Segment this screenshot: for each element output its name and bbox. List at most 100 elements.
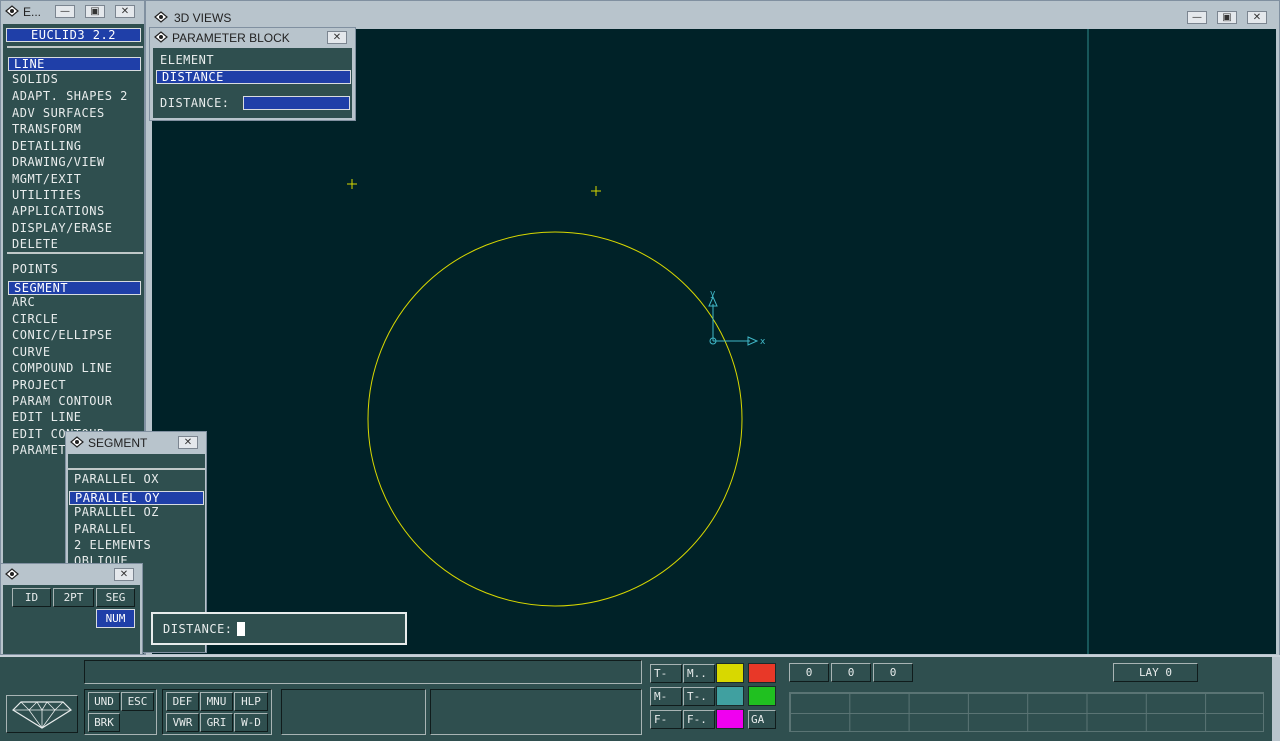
- message-box-right: [430, 689, 642, 735]
- submenu-item-edit-line[interactable]: EDIT LINE: [12, 410, 82, 426]
- close-button[interactable]: ✕: [1247, 11, 1267, 24]
- close-button[interactable]: ✕: [178, 436, 198, 449]
- text-type-button[interactable]: T-.: [683, 687, 715, 706]
- menu-item-transform[interactable]: TRANSFORM: [12, 122, 82, 138]
- window-display-button[interactable]: W-D: [234, 713, 268, 732]
- menu-item-utilities[interactable]: UTILITIES: [12, 188, 82, 204]
- segment-item-parallel-oz[interactable]: PARALLEL OZ: [74, 505, 159, 521]
- maximize-button[interactable]: ▣: [85, 5, 105, 18]
- counter-3: 0: [873, 663, 913, 682]
- segment-window-titlebar[interactable]: SEGMENT ✕: [66, 432, 206, 454]
- segment-item-2-elements[interactable]: 2 ELEMENTS: [74, 538, 151, 554]
- app-icon: [5, 568, 19, 580]
- views-window-title: 3D VIEWS: [174, 11, 232, 25]
- menu-separator: [7, 252, 143, 254]
- point-marker: [347, 179, 357, 189]
- logo-box: [6, 695, 78, 733]
- font-style-button[interactable]: F-: [650, 710, 682, 729]
- submenu-item-segment[interactable]: SEGMENT: [8, 281, 141, 295]
- app-icon: [154, 31, 168, 43]
- seg-button[interactable]: SEG: [96, 588, 135, 607]
- segment-item-parallel-ox[interactable]: PARALLEL OX: [74, 472, 159, 488]
- color-swatch-teal[interactable]: [716, 686, 744, 706]
- parameter-block-panel: ELEMENT DISTANCE DISTANCE:: [153, 48, 352, 118]
- message-box-left: [281, 689, 426, 735]
- menu-item-delete[interactable]: DELETE: [12, 237, 58, 253]
- parameter-block-title: PARAMETER BLOCK: [172, 31, 290, 45]
- menu-item-adapt-shapes-2[interactable]: ADAPT. SHAPES 2: [12, 89, 128, 105]
- submenu-item-conic-ellipse[interactable]: CONIC/ELLIPSE: [12, 328, 112, 344]
- bottom-toolbar: UND ESC BRK DEF MNU HLP VWR GRI W-D T- M…: [0, 655, 1280, 741]
- distance-input-box[interactable]: DISTANCE:: [151, 612, 407, 645]
- menu-item-line[interactable]: LINE: [8, 57, 141, 71]
- counter-2: 0: [831, 663, 871, 682]
- submenu-item-arc[interactable]: ARC: [12, 295, 35, 311]
- color-swatch-magenta[interactable]: [716, 709, 744, 729]
- mode-window-titlebar[interactable]: ✕: [1, 564, 142, 586]
- font-type-button[interactable]: F-.: [683, 710, 715, 729]
- app-icon: [5, 5, 19, 17]
- marker-style-button[interactable]: M..: [683, 664, 715, 683]
- app-icon: [70, 436, 84, 448]
- segment-item-parallel-oy[interactable]: PARALLEL OY: [69, 491, 204, 505]
- id-button[interactable]: ID: [12, 588, 51, 607]
- ga-button[interactable]: GA: [748, 710, 776, 729]
- right-edge-strip: [1272, 657, 1280, 741]
- color-swatch-green[interactable]: [748, 686, 776, 706]
- color-swatch-red[interactable]: [748, 663, 776, 683]
- close-button[interactable]: ✕: [115, 5, 135, 18]
- submenu-item-project[interactable]: PROJECT: [12, 378, 66, 394]
- distance-field[interactable]: [243, 96, 350, 110]
- viewer-button[interactable]: VWR: [166, 713, 199, 732]
- element-value[interactable]: DISTANCE: [156, 70, 351, 84]
- menu-item-drawing-view[interactable]: DRAWING/VIEW: [12, 155, 105, 171]
- app-icon: [154, 11, 168, 23]
- menu-item-mgmt-exit[interactable]: MGMT/EXIT: [12, 172, 82, 188]
- menu-item-detailing[interactable]: DETAILING: [12, 139, 82, 155]
- submenu-item-curve[interactable]: CURVE: [12, 345, 51, 361]
- circle-entity: [367, 231, 743, 607]
- layer-indicator[interactable]: LAY 0: [1113, 663, 1198, 682]
- menu-item-display-erase[interactable]: DISPLAY/ERASE: [12, 221, 112, 237]
- x-axis-label: x: [760, 337, 766, 347]
- submenu-item-points[interactable]: POINTS: [12, 262, 58, 278]
- segment-item-parallel[interactable]: PARALLEL: [74, 522, 136, 538]
- num-button[interactable]: NUM: [96, 609, 135, 628]
- distance-label: DISTANCE:: [160, 96, 230, 110]
- mode-window: ✕ ID 2PT SEG NUM: [0, 563, 143, 655]
- menu-item-applications[interactable]: APPLICATIONS: [12, 204, 105, 220]
- menu-window-title: E...: [23, 5, 42, 19]
- escape-button[interactable]: ESC: [121, 692, 154, 711]
- parameter-block-window: PARAMETER BLOCK ✕ ELEMENT DISTANCE DISTA…: [149, 27, 356, 121]
- undo-button[interactable]: UND: [88, 692, 120, 711]
- close-button[interactable]: ✕: [114, 568, 134, 581]
- 2pt-button[interactable]: 2PT: [53, 588, 94, 607]
- marker-type-button[interactable]: M-: [650, 687, 682, 706]
- minimize-button[interactable]: —: [1187, 11, 1207, 24]
- menu-button[interactable]: MNU: [200, 692, 233, 711]
- text-style-button[interactable]: T-: [650, 664, 682, 683]
- y-axis-label: y: [710, 289, 716, 299]
- menu-item-solids[interactable]: SOLIDS: [12, 72, 58, 88]
- parameter-block-titlebar[interactable]: PARAMETER BLOCK ✕: [150, 28, 355, 50]
- maximize-button[interactable]: ▣: [1217, 11, 1237, 24]
- close-button[interactable]: ✕: [327, 31, 347, 44]
- minimize-button[interactable]: —: [55, 5, 75, 18]
- submenu-item-param-contour[interactable]: PARAM CONTOUR: [12, 394, 112, 410]
- text-cursor: [237, 622, 245, 636]
- segment-window-title: SEGMENT: [88, 436, 148, 450]
- menu-window-titlebar[interactable]: E... — ▣ ✕: [1, 1, 144, 23]
- views-window-titlebar[interactable]: 3D VIEWS — ▣ ✕: [146, 1, 1279, 25]
- submenu-item-compound-line[interactable]: COMPOUND LINE: [12, 361, 112, 377]
- grid-button[interactable]: GRI: [200, 713, 233, 732]
- color-swatch-yellow[interactable]: [716, 663, 744, 683]
- def-button[interactable]: DEF: [166, 692, 199, 711]
- euclid-logo-icon: [12, 701, 72, 729]
- break-button[interactable]: BRK: [88, 713, 120, 732]
- menu-separator: [7, 46, 143, 48]
- cad-viewport[interactable]: y x: [152, 29, 1276, 654]
- help-button[interactable]: HLP: [234, 692, 268, 711]
- menu-item-adv-surfaces[interactable]: ADV SURFACES: [12, 106, 105, 122]
- submenu-item-circle[interactable]: CIRCLE: [12, 312, 58, 328]
- cad-drawing[interactable]: y x: [152, 29, 1276, 654]
